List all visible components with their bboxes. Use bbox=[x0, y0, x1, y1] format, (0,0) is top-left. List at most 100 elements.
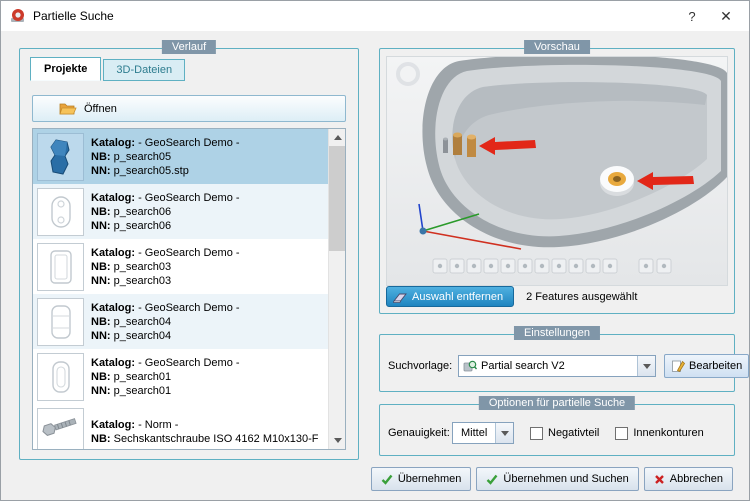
field-value: p_search06 bbox=[113, 219, 172, 232]
open-button[interactable]: Öffnen bbox=[32, 95, 346, 122]
negativteil-label[interactable]: Negativteil bbox=[548, 427, 599, 439]
search-template-value: Partial search V2 bbox=[481, 360, 565, 372]
part-thumbnail-icon bbox=[37, 242, 84, 291]
field-value: p_search05 bbox=[113, 150, 172, 163]
field-value: p_search01 bbox=[113, 370, 172, 383]
preview-group: Vorschau Auswahl entfernen 2 Features au… bbox=[379, 40, 735, 314]
title-bar: Partielle Suche ? ✕ bbox=[1, 1, 749, 31]
eraser-icon bbox=[393, 291, 407, 303]
field-label: NB: bbox=[91, 150, 111, 163]
item-line: NB: p_search03 bbox=[91, 260, 240, 274]
chevron-down-icon bbox=[333, 438, 342, 443]
accuracy-dropdown-button[interactable] bbox=[495, 423, 513, 443]
field-label: Katalog: bbox=[91, 191, 135, 204]
scroll-up-button[interactable] bbox=[329, 129, 345, 146]
list-item-text: Katalog: - GeoSearch Demo - NB: p_search… bbox=[91, 246, 240, 288]
edit-template-label: Bearbeiten bbox=[689, 360, 743, 372]
preview-group-label: Vorschau bbox=[524, 40, 590, 54]
edit-template-button[interactable]: Bearbeiten bbox=[664, 354, 749, 378]
item-line: Katalog: - GeoSearch Demo - bbox=[91, 246, 240, 260]
preview-3d-viewport[interactable] bbox=[386, 56, 728, 286]
list-item-text: Katalog: - Norm - NB: Sechskantschraube … bbox=[91, 418, 318, 446]
field-label: NB: bbox=[91, 260, 111, 273]
field-value: p_search03 bbox=[113, 274, 172, 287]
field-label: Katalog: bbox=[91, 246, 135, 259]
field-value: p_search04 bbox=[113, 329, 172, 342]
accuracy-label: Genauigkeit: bbox=[388, 427, 450, 439]
field-value: p_search01 bbox=[113, 384, 172, 397]
tab-3d-dateien[interactable]: 3D-Dateien bbox=[103, 59, 186, 81]
item-line: NB: p_search05 bbox=[91, 150, 240, 164]
innenkonturen-option[interactable]: Innenkonturen bbox=[615, 426, 704, 440]
negativteil-option[interactable]: Negativteil bbox=[530, 426, 599, 440]
field-value: - GeoSearch Demo - bbox=[138, 301, 240, 314]
accuracy-select[interactable]: Mittel bbox=[452, 422, 514, 444]
pencil-icon bbox=[671, 359, 685, 373]
help-button[interactable]: ? bbox=[675, 2, 709, 30]
preview-tool-icon bbox=[534, 258, 550, 274]
preview-tool-icon bbox=[638, 258, 654, 274]
cross-icon bbox=[654, 474, 665, 485]
scroll-down-button[interactable] bbox=[329, 432, 345, 449]
preview-tool-icon bbox=[602, 258, 618, 274]
search-template-select[interactable]: Partial search V2 bbox=[458, 355, 656, 377]
field-label: NN: bbox=[91, 164, 111, 177]
part-thumbnail-icon bbox=[37, 352, 84, 401]
field-value: p_search03 bbox=[113, 260, 172, 273]
list-item-text: Katalog: - GeoSearch Demo - NB: p_search… bbox=[91, 356, 240, 398]
search-template-label: Suchvorlage: bbox=[388, 360, 453, 372]
innenkonturen-checkbox[interactable] bbox=[615, 426, 629, 440]
item-line: NN: p_search05.stp bbox=[91, 164, 240, 178]
list-item[interactable]: Katalog: - Norm - NB: Sechskantschraube … bbox=[33, 404, 328, 449]
project-list: Katalog: - GeoSearch Demo - NB: p_search… bbox=[32, 128, 346, 450]
field-value: - GeoSearch Demo - bbox=[138, 356, 240, 369]
list-item-text: Katalog: - GeoSearch Demo - NB: p_search… bbox=[91, 301, 240, 343]
field-value: p_search04 bbox=[113, 315, 172, 328]
project-rows: Katalog: - GeoSearch Demo - NB: p_search… bbox=[33, 129, 328, 449]
field-label: NN: bbox=[91, 219, 111, 232]
part-thumbnail-icon bbox=[37, 132, 84, 181]
settings-group: Einstellungen Suchvorlage: Partial searc… bbox=[379, 326, 749, 392]
preview-toolbar[interactable] bbox=[432, 258, 672, 274]
preview-tool-icon bbox=[432, 258, 448, 274]
apply-button[interactable]: Übernehmen bbox=[370, 467, 472, 491]
check-icon bbox=[381, 474, 393, 485]
close-button[interactable]: ✕ bbox=[709, 2, 743, 30]
partial-search-dialog: Partielle Suche ? ✕ Verlauf Projekte 3D-… bbox=[0, 0, 750, 501]
part-thumbnail-icon bbox=[37, 297, 84, 346]
list-item[interactable]: Katalog: - GeoSearch Demo - NB: p_search… bbox=[33, 349, 328, 404]
item-line: NB: p_search04 bbox=[91, 315, 240, 329]
scrollbar-thumb[interactable] bbox=[329, 146, 345, 251]
item-line: NN: p_search04 bbox=[91, 329, 240, 343]
list-item[interactable]: Katalog: - GeoSearch Demo - NB: p_search… bbox=[33, 294, 328, 349]
apply-and-search-button[interactable]: Übernehmen und Suchen bbox=[476, 467, 639, 491]
cancel-button[interactable]: Abbrechen bbox=[643, 467, 733, 491]
selection-status-row: Auswahl entfernen 2 Features ausgewählt bbox=[386, 286, 637, 307]
open-button-label: Öffnen bbox=[84, 102, 117, 115]
list-item[interactable]: Katalog: - GeoSearch Demo - NB: p_search… bbox=[33, 184, 328, 239]
item-line: NB: p_search01 bbox=[91, 370, 240, 384]
list-item-text: Katalog: - GeoSearch Demo - NB: p_search… bbox=[91, 136, 240, 178]
list-item[interactable]: Katalog: - GeoSearch Demo - NB: p_search… bbox=[33, 239, 328, 294]
partial-search-options-group: Optionen für partielle Suche Genauigkeit… bbox=[379, 396, 735, 456]
remove-selection-button[interactable]: Auswahl entfernen bbox=[386, 286, 515, 307]
accuracy-value: Mittel bbox=[461, 427, 488, 439]
chevron-up-icon bbox=[333, 135, 342, 140]
field-label: NN: bbox=[91, 274, 111, 287]
settings-group-label: Einstellungen bbox=[513, 326, 601, 340]
tab-projekte[interactable]: Projekte bbox=[30, 57, 102, 81]
check-search-icon bbox=[486, 474, 498, 485]
list-item[interactable]: Katalog: - GeoSearch Demo - NB: p_search… bbox=[33, 129, 328, 184]
item-line: Katalog: - GeoSearch Demo - bbox=[91, 191, 240, 205]
field-value: p_search05.stp bbox=[113, 164, 189, 177]
item-line: Katalog: - GeoSearch Demo - bbox=[91, 356, 240, 370]
field-value: - Norm - bbox=[138, 418, 179, 431]
negativteil-checkbox[interactable] bbox=[530, 426, 543, 440]
list-item-text: Katalog: - GeoSearch Demo - NB: p_search… bbox=[91, 191, 240, 233]
preview-tool-icon bbox=[568, 258, 584, 274]
preview-tool-icon bbox=[551, 258, 567, 274]
search-template-dropdown-button[interactable] bbox=[637, 356, 655, 376]
item-line: Katalog: - GeoSearch Demo - bbox=[91, 136, 240, 150]
list-scrollbar[interactable] bbox=[328, 129, 345, 449]
innenkonturen-label[interactable]: Innenkonturen bbox=[633, 427, 703, 439]
